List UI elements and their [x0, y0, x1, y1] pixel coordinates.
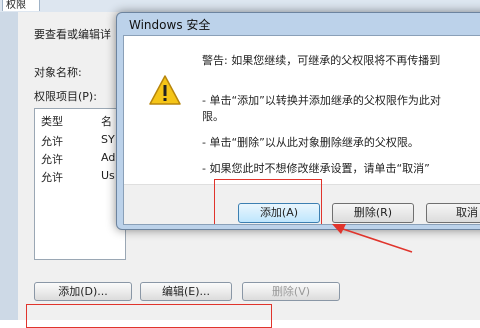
- table-row-name[interactable]: Ad: [101, 151, 115, 164]
- permission-entries-label: 权限项目(P):: [34, 90, 97, 103]
- permission-entries-list[interactable]: 类型 名 允许 SY 允许 Ad 允许 Us: [34, 108, 126, 260]
- column-header-type[interactable]: 类型: [41, 113, 63, 129]
- tab-permissions[interactable]: 权限: [2, 0, 40, 11]
- remove-permission-button[interactable]: 删除(V): [242, 282, 340, 301]
- table-row-type[interactable]: 允许: [41, 133, 63, 149]
- dialog-title: Windows 安全: [129, 18, 211, 32]
- table-row-type[interactable]: 允许: [41, 169, 63, 185]
- table-row-name[interactable]: SY: [101, 133, 115, 146]
- permissions-description: 要查看或编辑详: [34, 28, 111, 41]
- windows-security-dialog: Windows 安全 警告: 如果您继续，可继承的父权限将不再传播到 - 单击“…: [116, 12, 480, 230]
- cancel-option-text: - 如果您此时不想修改继承设置，请单击“取消”: [202, 162, 430, 175]
- warning-icon: [149, 75, 181, 105]
- add-permission-button[interactable]: 添加(D)...: [34, 282, 132, 301]
- cancel-button[interactable]: 取消: [426, 203, 480, 223]
- column-header-name[interactable]: 名: [101, 113, 112, 129]
- edit-permission-button[interactable]: 编辑(E)...: [140, 282, 232, 301]
- annotation-arrow: [332, 224, 413, 253]
- add-option-text: - 单击“添加”以转换并添加继承的父权限作为此对: [202, 94, 441, 107]
- remove-option-text: - 单击“删除”以从此对象删除继承的父权限。: [202, 136, 419, 149]
- add-option-text-continued: 限。: [202, 110, 224, 123]
- annotation-highlight-box: [214, 179, 322, 224]
- table-row-name[interactable]: Us: [101, 169, 115, 182]
- table-row-type[interactable]: 允许: [41, 151, 63, 167]
- dialog-body: 警告: 如果您继续，可继承的父权限将不再传播到 - 单击“添加”以转换并添加继承…: [123, 35, 480, 225]
- warning-message: 警告: 如果您继续，可继承的父权限将不再传播到: [202, 54, 441, 67]
- window-left-frame: [0, 12, 19, 320]
- annotation-highlight-box: [26, 304, 272, 328]
- object-name-label: 对象名称:: [34, 66, 82, 79]
